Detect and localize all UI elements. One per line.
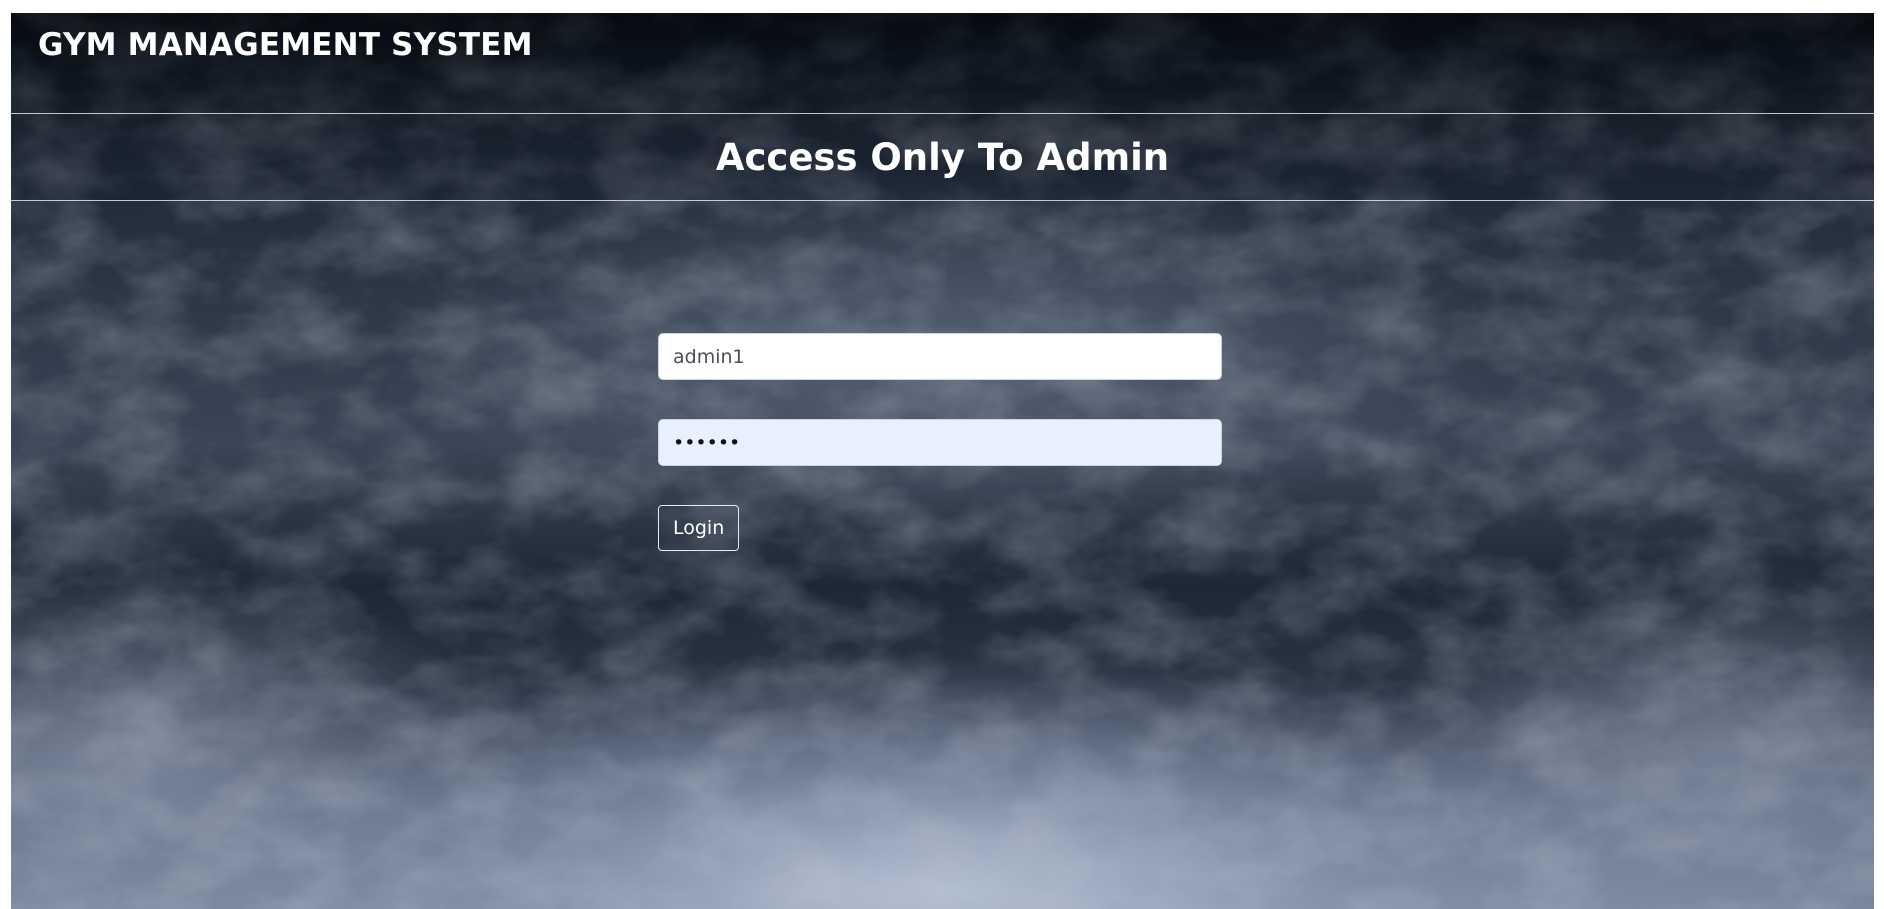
top-navbar: GYM MANAGEMENT SYSTEM bbox=[11, 13, 1874, 114]
login-form: Login bbox=[658, 333, 1222, 551]
admin-banner: Access Only To Admin bbox=[11, 114, 1874, 201]
password-input[interactable] bbox=[658, 419, 1222, 466]
login-page: GYM MANAGEMENT SYSTEM Access Only To Adm… bbox=[11, 13, 1874, 909]
login-button[interactable]: Login bbox=[658, 505, 740, 551]
brand-title[interactable]: GYM MANAGEMENT SYSTEM bbox=[38, 27, 533, 63]
username-input[interactable] bbox=[658, 333, 1222, 380]
page-title: Access Only To Admin bbox=[715, 136, 1170, 179]
